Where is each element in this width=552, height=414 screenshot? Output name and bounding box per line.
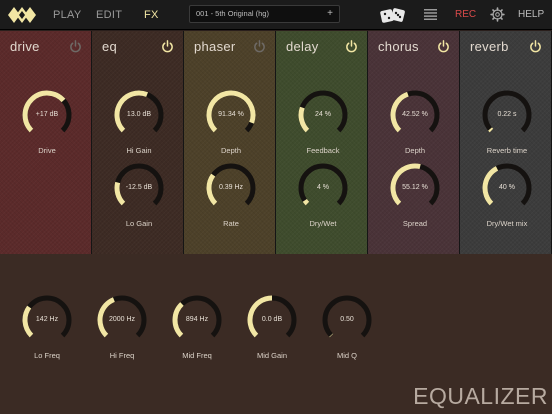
eq-lo-freq-value: 142 Hz [35,316,59,323]
phaser-power-icon[interactable] [253,40,266,53]
eq-hi-gain-label: Hi Gain [126,146,152,155]
reverb-dry-wet-mix-knob[interactable]: 40 % [482,163,532,213]
eq-mid-q-value: 0.50 [340,316,354,323]
panel-delay-title: delay [286,39,319,54]
reverb-dry-wet-mix-label: Dry/Wet mix [486,219,528,228]
phaser-rate-knob[interactable]: 0.39 Hz [206,163,256,213]
reverb-reverb-time-label: Reverb time [486,146,528,155]
tab-fx[interactable]: FX [144,0,159,30]
panel-delay: delay 24 % Feedback 4 % Dry/Wet [276,31,368,254]
help-button[interactable]: HELP [518,0,544,30]
panel-reverb: reverb 0.22 s Reverb time 40 % Dry/Wet m… [460,31,552,254]
gear-icon[interactable] [490,7,505,22]
chorus-depth-value: 42.52 % [402,111,428,118]
panel-phaser: phaser 91.34 % Depth 0.39 Hz Rate [184,31,276,254]
panel-drive: drive +17 dB Drive [0,31,92,254]
chorus-spread-value: 55.12 % [402,184,428,191]
tab-edit[interactable]: EDIT [96,0,122,30]
drive-power-icon[interactable] [69,40,82,53]
eq-mid-freq-knob[interactable]: 894 Hz [172,295,222,345]
drive-drive-value: +17 dB [35,111,59,118]
phaser-depth-value: 91.34 % [218,111,244,118]
eq-lo-gain-label: Lo Gain [125,219,153,228]
drive-drive-label: Drive [38,146,56,155]
top-bar: PLAY EDIT FX 001 - 5th Original (hg) + R… [0,0,552,30]
eq-hi-gain-value: 13.0 dB [126,111,152,118]
chorus-depth-label: Depth [404,146,425,155]
phaser-rate-label: Rate [223,219,239,228]
delay-dry-wet-knob[interactable]: 4 % [298,163,348,213]
menu-icon[interactable] [424,9,437,20]
eq-mid-gain-label: Mid Gain [256,351,287,360]
dice-icon[interactable] [380,7,406,24]
phaser-depth-label: Depth [220,146,241,155]
panel-chorus-title: chorus [378,39,419,54]
eq-lo-freq-knob[interactable]: 142 Hz [22,295,72,345]
eq-power-icon[interactable] [161,40,174,53]
delay-dry-wet-value: 4 % [316,184,330,191]
chorus-spread-label: Spread [402,219,428,228]
eq-mid-gain-value: 0.0 dB [261,316,283,323]
reverb-dry-wet-mix-value: 40 % [499,184,515,191]
drive-drive-knob[interactable]: +17 dB [22,90,72,140]
reverb-power-icon[interactable] [529,40,542,53]
eq-mid-freq-label: Mid Freq [182,351,212,360]
eq-lo-gain-knob[interactable]: -12.5 dB [114,163,164,213]
eq-hi-freq-label: Hi Freq [109,351,135,360]
chorus-spread-knob[interactable]: 55.12 % [390,163,440,213]
eq-hi-gain-knob[interactable]: 13.0 dB [114,90,164,140]
panel-eq-title: eq [102,39,118,54]
eq-hi-freq-value: 2000 Hz [108,316,136,323]
eq-mid-freq-value: 894 Hz [185,316,209,323]
tab-play[interactable]: PLAY [53,0,82,30]
eq-lo-gain-value: -12.5 dB [125,184,153,191]
phaser-depth-knob[interactable]: 91.34 % [206,90,256,140]
delay-feedback-knob[interactable]: 24 % [298,90,348,140]
eq-mid-q-knob[interactable]: 0.50 [322,295,372,345]
delay-dry-wet-label: Dry/Wet [309,219,337,228]
add-preset-button[interactable]: + [327,6,333,22]
panel-drive-title: drive [10,39,40,54]
logo-icon[interactable] [6,5,38,25]
equalizer-panel: 142 Hz Lo Freq 2000 Hz Hi Freq 894 Hz Mi… [0,254,552,414]
panel-chorus: chorus 42.52 % Depth 55.12 % Spread [368,31,460,254]
preset-selector[interactable]: 001 - 5th Original (hg) + [189,5,340,23]
reverb-reverb-time-knob[interactable]: 0.22 s [482,90,532,140]
eq-hi-freq-knob[interactable]: 2000 Hz [97,295,147,345]
panel-reverb-title: reverb [470,39,509,54]
delay-feedback-label: Feedback [306,146,340,155]
delay-feedback-value: 24 % [315,111,331,118]
eq-lo-freq-label: Lo Freq [34,351,60,360]
chorus-power-icon[interactable] [437,40,450,53]
phaser-rate-value: 0.39 Hz [218,184,244,191]
delay-power-icon[interactable] [345,40,358,53]
record-button[interactable]: REC [455,0,476,30]
panel-eq: eq 13.0 dB Hi Gain -12.5 dB Lo Gain [92,31,184,254]
reverb-reverb-time-value: 0.22 s [497,111,517,118]
equalizer-title: EQUALIZER [413,383,548,409]
chorus-depth-knob[interactable]: 42.52 % [390,90,440,140]
eq-mid-q-label: Mid Q [336,351,357,360]
preset-name: 001 - 5th Original (hg) [196,9,269,18]
eq-mid-gain-knob[interactable]: 0.0 dB [247,295,297,345]
panel-phaser-title: phaser [194,39,236,54]
